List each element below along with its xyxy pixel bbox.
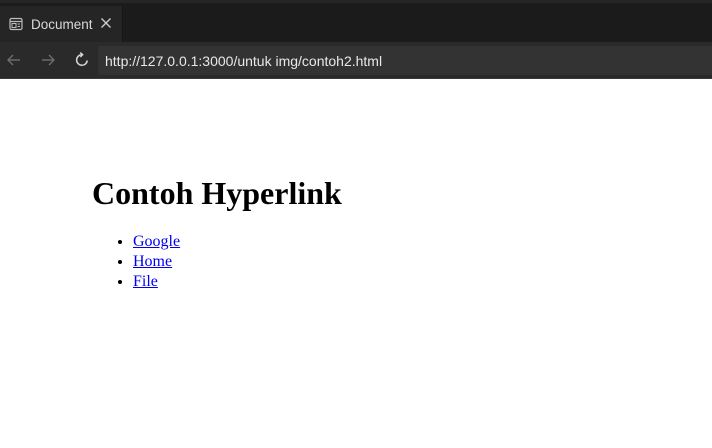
tab-document[interactable]: Document [0,6,123,42]
link-list: Google Home File [92,232,180,292]
list-item: Home [133,252,180,272]
file-link[interactable]: File [133,273,158,290]
browser-window: Document http://127.0.0.1:3000/untuk img… [0,0,712,448]
arrow-left-icon[interactable] [3,49,25,71]
page-viewport: Contoh Hyperlink Google Home File [0,79,712,448]
address-bar[interactable] [98,46,712,75]
url-input[interactable] [105,52,712,69]
list-item: Google [133,232,180,252]
navigation-bar [0,42,712,79]
google-link[interactable]: Google [133,233,180,250]
tab-title: Document [31,16,93,32]
close-icon[interactable] [99,16,113,30]
reload-icon[interactable] [71,49,93,71]
tab-bar: Document [0,0,712,42]
page-heading: Contoh Hyperlink [92,175,342,211]
page-icon [9,17,23,31]
arrow-right-icon[interactable] [37,49,59,71]
home-link[interactable]: Home [133,253,172,270]
list-item: File [133,272,180,292]
